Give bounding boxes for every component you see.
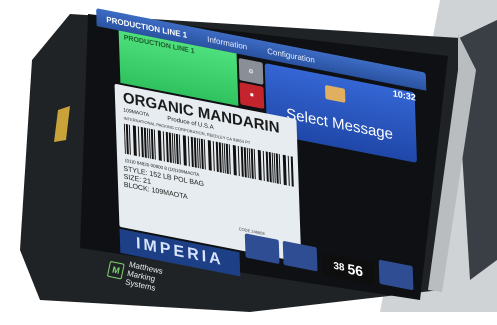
- softkey-3[interactable]: [378, 259, 414, 291]
- matthews-logo-icon: M: [106, 260, 126, 280]
- envelope-icon: [324, 84, 346, 103]
- counter-left: 38: [333, 260, 345, 274]
- gear-icon: ⚙: [248, 68, 254, 76]
- settings-button[interactable]: ⚙: [238, 57, 264, 85]
- stop-icon: ■: [249, 92, 254, 99]
- softkey-2[interactable]: [282, 240, 318, 272]
- select-message-label: Select Message: [285, 105, 394, 144]
- counter-right: 56: [347, 260, 364, 280]
- print-counter: 38 56: [322, 252, 374, 285]
- stop-button[interactable]: ■: [239, 82, 265, 110]
